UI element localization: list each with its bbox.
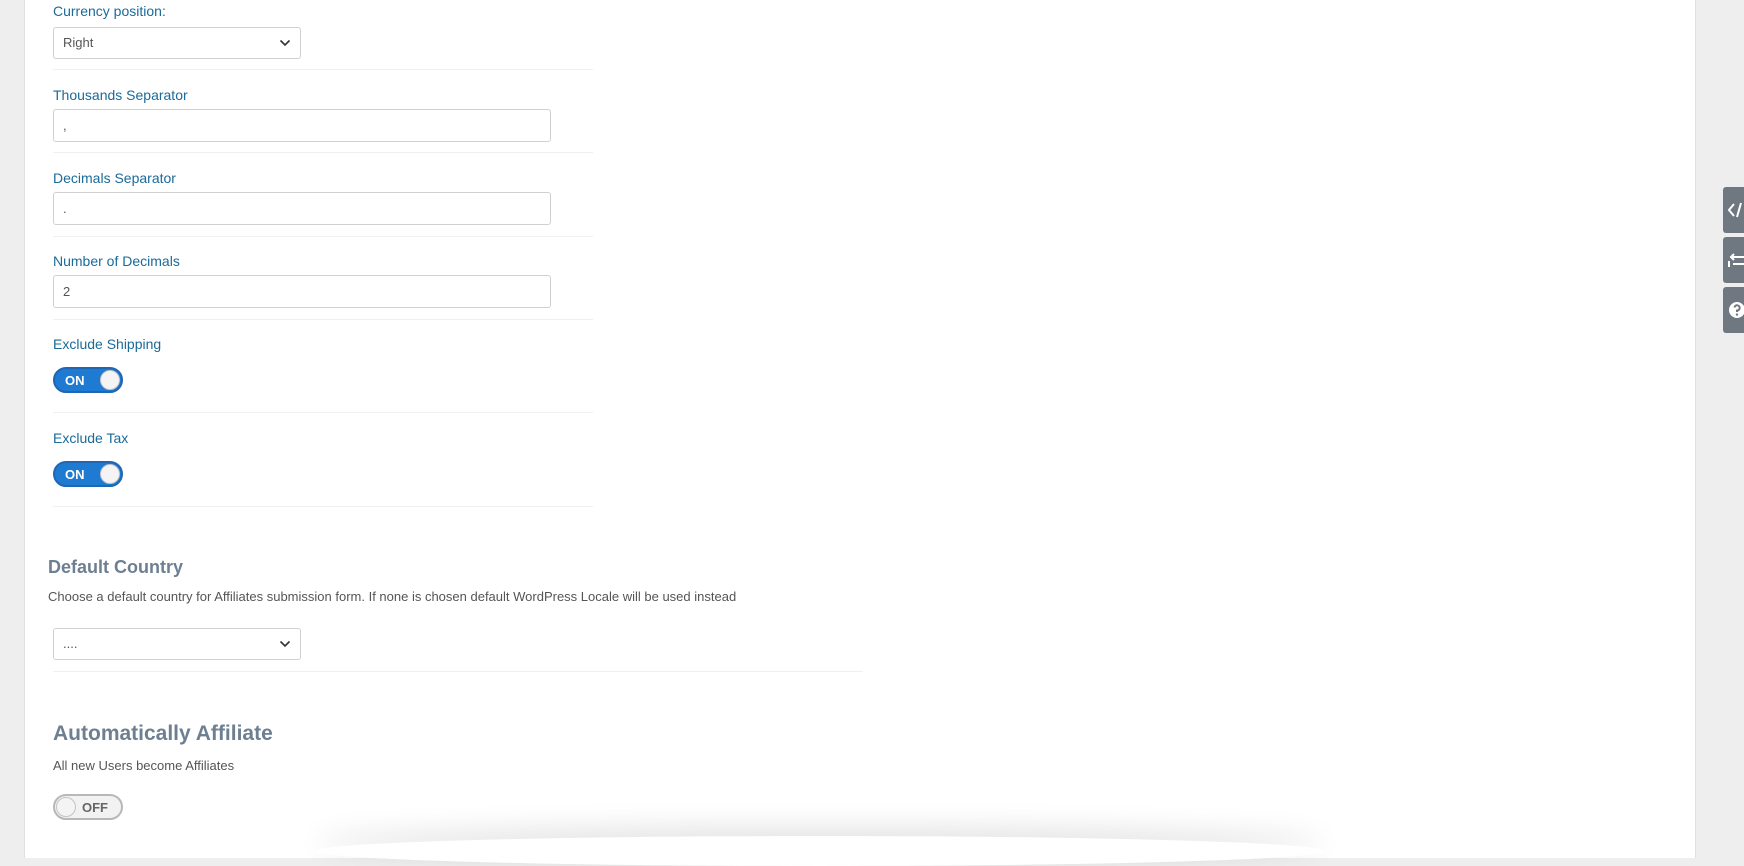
exclude-tax-toggle[interactable]: ON xyxy=(53,461,123,487)
number-of-decimals-input[interactable]: 2 xyxy=(53,275,551,308)
automatically-affiliate-state: OFF xyxy=(82,800,108,815)
toggle-knob xyxy=(100,370,120,390)
decimals-separator-value: . xyxy=(63,201,67,216)
divider xyxy=(53,69,593,70)
code-icon xyxy=(1727,202,1742,218)
toggle-knob xyxy=(100,464,120,484)
exclude-shipping-toggle[interactable]: ON xyxy=(53,367,123,393)
decimals-separator-label: Decimals Separator xyxy=(53,170,176,186)
default-country-description: Choose a default country for Affiliates … xyxy=(48,589,737,604)
decimals-separator-input[interactable]: . xyxy=(53,192,551,225)
number-of-decimals-value: 2 xyxy=(63,284,71,299)
exclude-shipping-state: ON xyxy=(65,373,85,388)
currency-position-value: Right xyxy=(63,35,94,50)
divider xyxy=(53,412,593,413)
side-tab-help[interactable] xyxy=(1723,287,1744,333)
divider xyxy=(53,319,593,320)
thousands-separator-field: Thousands Separator xyxy=(53,87,188,103)
default-country-title: Default Country xyxy=(48,557,183,577)
divider xyxy=(53,152,593,153)
default-country-select[interactable]: .... xyxy=(53,628,301,660)
toggle-knob xyxy=(56,797,76,817)
number-of-decimals-field: Number of Decimals xyxy=(53,253,180,269)
thousands-separator-value: , xyxy=(63,118,67,133)
side-tab-code[interactable] xyxy=(1723,187,1744,233)
side-tab-arrows[interactable] xyxy=(1723,237,1744,283)
automatically-affiliate-title: Automatically Affiliate xyxy=(53,722,273,745)
exclude-tax-label: Exclude Tax xyxy=(53,430,129,446)
help-icon xyxy=(1729,302,1744,318)
exclude-tax-field: Exclude Tax xyxy=(53,430,128,446)
thousands-separator-input[interactable]: , xyxy=(53,109,551,142)
exclude-shipping-field: Exclude Shipping xyxy=(53,336,161,352)
bottom-shadow xyxy=(315,836,1325,866)
arrow-left-icon xyxy=(1728,253,1744,267)
currency-position-field: Currency position: xyxy=(53,3,166,19)
chevron-down-icon xyxy=(279,640,291,648)
automatically-affiliate-description: All new Users become Affiliates xyxy=(53,758,235,773)
chevron-down-icon xyxy=(279,39,291,47)
exclude-shipping-label: Exclude Shipping xyxy=(53,336,162,352)
decimals-separator-field: Decimals Separator xyxy=(53,170,176,186)
divider xyxy=(53,236,593,237)
exclude-tax-state: ON xyxy=(65,467,85,482)
automatically-affiliate-toggle[interactable]: OFF xyxy=(53,794,123,820)
currency-position-label: Currency position: xyxy=(53,3,166,19)
settings-panel: Currency position: Right Thousands Separ… xyxy=(24,0,1696,866)
number-of-decimals-label: Number of Decimals xyxy=(53,253,180,269)
default-country-value: .... xyxy=(63,636,78,651)
thousands-separator-label: Thousands Separator xyxy=(53,87,188,103)
divider xyxy=(53,671,863,672)
divider xyxy=(53,506,593,507)
currency-position-select[interactable]: Right xyxy=(53,27,301,59)
